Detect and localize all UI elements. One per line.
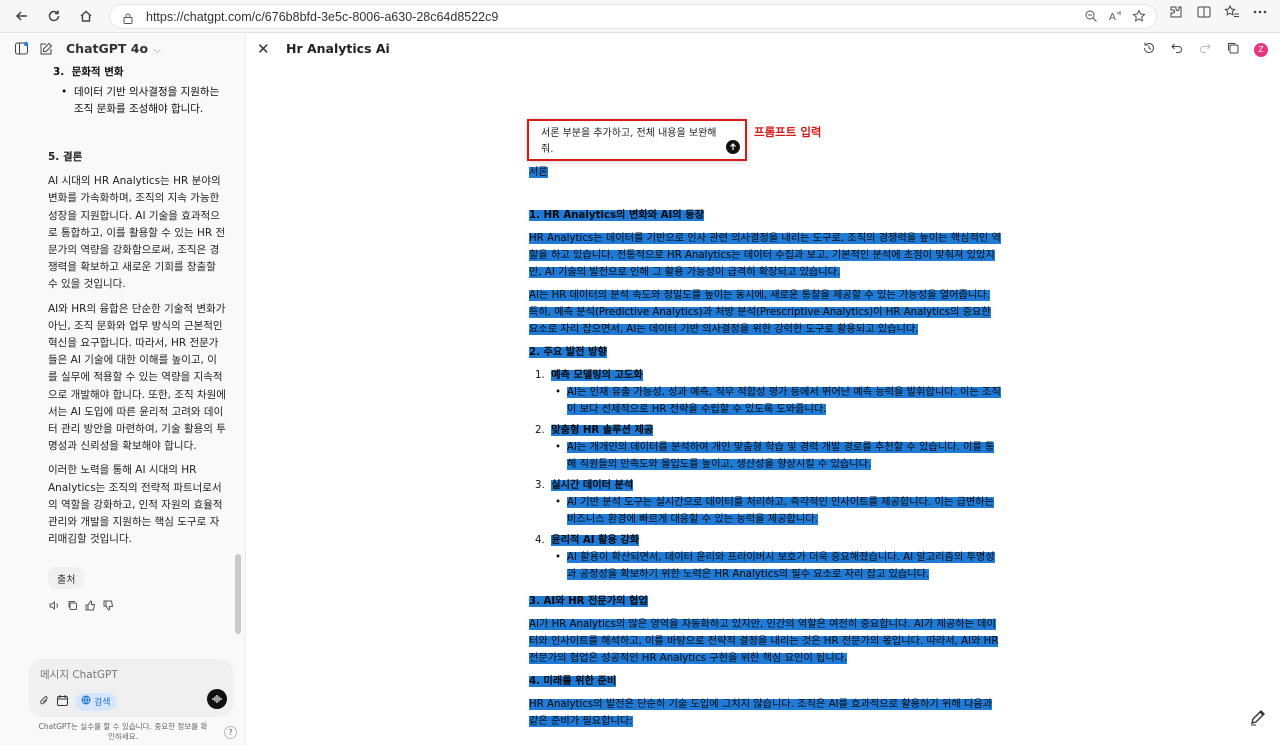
intro-heading: 서론 — [529, 167, 548, 178]
extensions-icon[interactable] — [1168, 4, 1184, 24]
redo-icon[interactable] — [1198, 40, 1212, 59]
model-selector[interactable]: ChatGPT 4o ⌵ — [66, 41, 161, 56]
message-composer[interactable]: 메시지 ChatGPT 검색 — [29, 659, 233, 717]
section-heading: 3. AI와 HR 전문가의 협업 — [529, 596, 648, 607]
undo-icon[interactable] — [1170, 40, 1184, 59]
home-icon[interactable] — [72, 2, 100, 30]
copy-icon[interactable] — [66, 599, 78, 611]
search-toggle[interactable]: 검색 — [75, 692, 117, 711]
close-icon[interactable]: ✕ — [257, 40, 270, 58]
browser-toolbar: https://chatgpt.com/c/676b8bfd-3e5c-8006… — [0, 0, 1280, 33]
zoom-icon[interactable] — [1084, 8, 1098, 27]
new-chat-icon[interactable] — [39, 41, 53, 60]
composer-placeholder: 메시지 ChatGPT — [40, 669, 118, 681]
help-button[interactable]: ? — [224, 726, 237, 739]
paragraph: AI 시대의 HR Analytics는 HR 분야의 변화를 가속화하며, 조… — [48, 175, 226, 291]
avatar[interactable]: Z — [1254, 42, 1268, 57]
chevron-down-icon: ⌵ — [150, 45, 161, 56]
list-item: 1. 예측 모델링의 고도화 • AI는 인재 유출 가능성, 성과 예측, 직무… — [535, 370, 1001, 415]
conclusion-heading: 5. 결론 — [48, 151, 83, 163]
section-heading: 2. 주요 발전 방향 — [529, 347, 607, 358]
refresh-icon[interactable] — [40, 2, 68, 30]
read-aloud-icon[interactable] — [48, 599, 60, 611]
sidebar-toggle-icon[interactable] — [14, 41, 29, 60]
globe-icon — [81, 695, 91, 708]
paragraph: AI가 HR Analytics의 많은 영역을 자동화하고 있지만, 인간의 … — [529, 619, 999, 664]
message-actions — [48, 599, 114, 611]
edit-suggestions-icon[interactable] — [1248, 707, 1270, 729]
voice-mode-button[interactable] — [207, 689, 227, 709]
list-item: 3. 실시간 데이터 분석 • AI 기반 분석 도구는 실시간으로 데이터를 처… — [535, 480, 994, 525]
address-bar[interactable]: https://chatgpt.com/c/676b8bfd-3e5c-8006… — [109, 4, 1157, 29]
canvas-tool-icon[interactable] — [56, 692, 69, 711]
inline-prompt-box[interactable]: 서론 부분을 추가하고, 전체 내용을 보완해줘. — [527, 119, 747, 161]
prompt-text: 서론 부분을 추가하고, 전체 내용을 보완해줘. — [541, 128, 717, 155]
model-name: ChatGPT 4o — [66, 41, 149, 56]
canvas-panel: ✕ Hr Analytics Ai Z 서론 부분을 추가하고, 전체 내용을 … — [247, 34, 1280, 745]
sidebar-scrollbar[interactable] — [235, 554, 241, 634]
favorite-star-icon[interactable] — [1132, 8, 1146, 27]
section-heading: 4. 미래를 위한 준비 — [529, 676, 617, 687]
document-body[interactable]: 서론 1. HR Analytics의 변화와 AI의 등장 HR Analyt… — [529, 164, 1001, 736]
source-button[interactable]: 출처 — [48, 567, 85, 589]
canvas-header: ✕ Hr Analytics Ai Z — [247, 34, 1280, 64]
list-item: 2. 맞춤형 HR 솔루션 제공 • AI는 개개인의 데이터를 분석하여 개인 … — [535, 425, 995, 470]
svg-text:A: A — [1109, 12, 1116, 23]
paragraph: HR Analytics의 발전은 단순히 기술 도입에 그치지 않습니다. 조… — [529, 699, 993, 727]
paragraph: AI와 HR의 융합은 단순한 기술적 변화가 아닌, 조직 문화와 업무 방식… — [48, 302, 226, 453]
list-item: 4. 윤리적 AI 활용 강화 • AI 활용이 확산되면서, 데이터 윤리와 프… — [535, 535, 995, 580]
disclaimer: ChatGPT는 실수를 할 수 있습니다. 중요한 정보를 확인하세요. — [38, 722, 208, 741]
canvas-title: Hr Analytics Ai — [286, 41, 390, 56]
favorites-icon[interactable] — [1224, 4, 1240, 24]
prompt-annotation-label: 프롬프트 입력 — [754, 125, 822, 139]
section-heading: 1. HR Analytics의 변화와 AI의 등장 — [529, 210, 704, 221]
split-screen-icon[interactable] — [1196, 4, 1212, 24]
paragraph: HR Analytics는 데이터를 기반으로 인사 관련 의사결정을 내리는 … — [529, 233, 1001, 278]
section3-heading: 3. 문화적 변화 — [53, 66, 124, 78]
list-item: • 데이터 기반 의사결정을 지원하는 조직 문화를 조성해야 합니다. — [61, 86, 220, 115]
attach-icon[interactable] — [39, 692, 50, 711]
copy-icon[interactable] — [1226, 40, 1240, 59]
paragraph: AI는 HR 데이터의 분석 속도와 정밀도를 높이는 동시에, 새로운 통찰을… — [529, 290, 991, 335]
lock-icon — [122, 10, 134, 29]
thumbs-up-icon[interactable] — [84, 599, 96, 611]
read-aloud-icon[interactable]: A — [1108, 8, 1122, 27]
back-icon[interactable] — [8, 2, 36, 30]
sidebar-message: 5. 결론 AI 시대의 HR Analytics는 HR 분야의 변화를 가속… — [48, 149, 226, 555]
chat-sidebar: ChatGPT 4o ⌵ 3. 문화적 변화 • 데이터 기반 의사결정을 지원… — [0, 34, 246, 745]
url-text: https://chatgpt.com/c/676b8bfd-3e5c-8006… — [146, 9, 499, 24]
more-menu-icon[interactable] — [1252, 4, 1268, 24]
paragraph: 이러한 노력을 통해 AI 시대의 HR Analytics는 조직의 전략적 … — [48, 464, 223, 546]
thumbs-down-icon[interactable] — [102, 599, 114, 611]
history-icon[interactable] — [1142, 40, 1156, 59]
send-prompt-button[interactable] — [726, 140, 740, 154]
